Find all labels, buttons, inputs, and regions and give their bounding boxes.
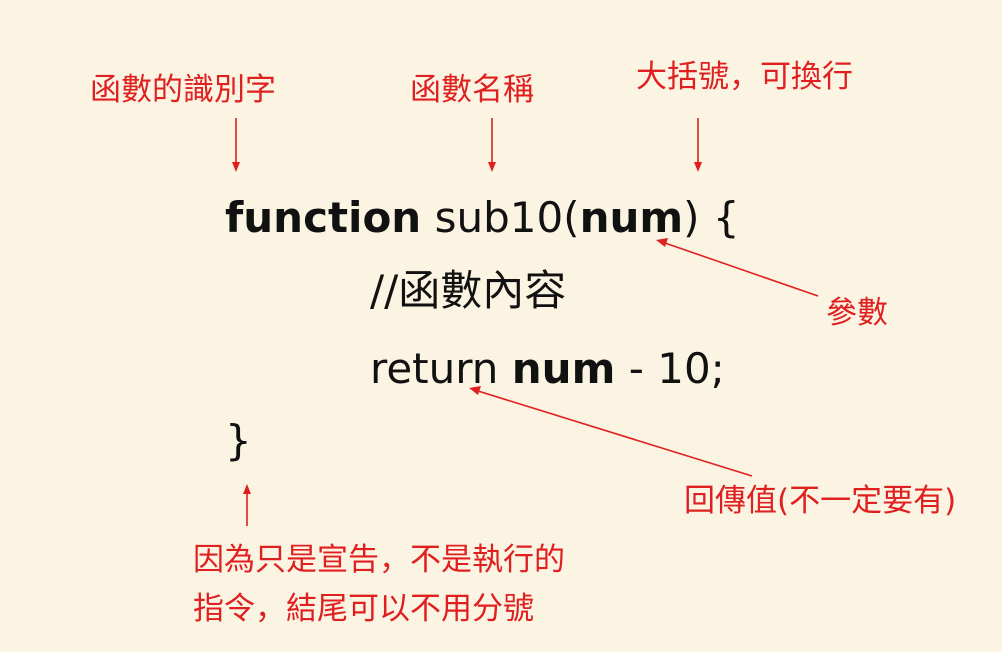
param-arrow	[664, 242, 819, 297]
return-arrowhead	[469, 386, 481, 395]
brace-arrowhead	[694, 162, 702, 172]
name-arrowhead	[488, 162, 496, 172]
return-arrow	[477, 390, 753, 477]
declaration-arrowhead	[243, 484, 251, 494]
keyword-arrowhead	[232, 162, 240, 172]
annotation-arrows	[232, 118, 819, 526]
param-arrowhead	[656, 238, 668, 247]
